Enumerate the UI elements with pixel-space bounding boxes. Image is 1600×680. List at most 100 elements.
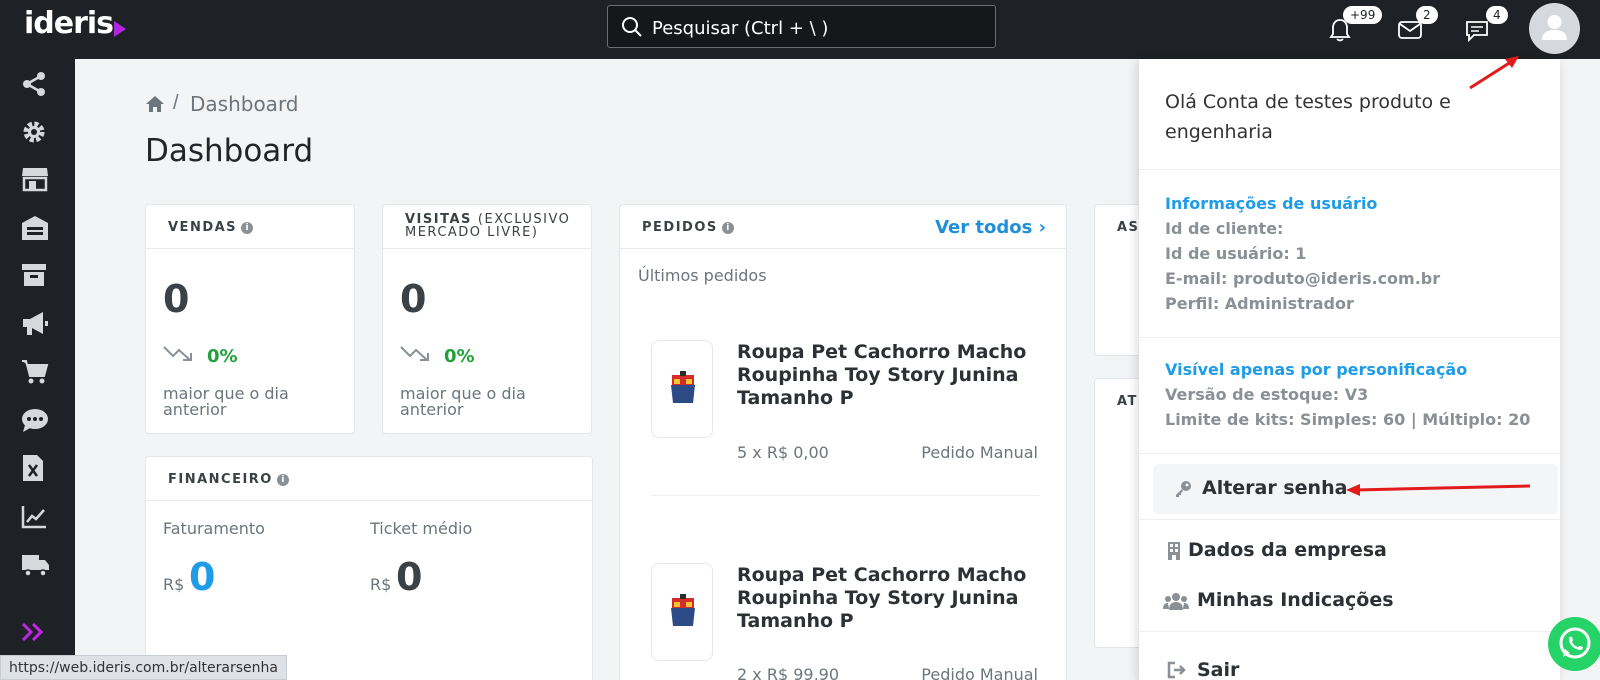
logout-icon <box>1167 661 1186 679</box>
revenue-currency: R$ <box>163 575 185 594</box>
chart-icon[interactable] <box>21 505 47 529</box>
see-all-orders-link[interactable]: Ver todos › <box>935 217 1046 238</box>
order-qty-price: 2 x R$ 99,90 <box>737 665 840 680</box>
chat-badge: 4 <box>1486 6 1508 24</box>
warehouse-icon[interactable] <box>21 215 49 241</box>
user-profile: Perfil: Administrador <box>1165 294 1354 313</box>
order-title[interactable]: Roupa Pet Cachorro Macho Roupinha Toy St… <box>737 341 1037 410</box>
visits-card: VISITAS (EXCLUSIVO MERCADO LIVRE) 0 0% ma… <box>382 204 592 434</box>
search-icon <box>622 17 642 37</box>
page-title: Dashboard <box>145 133 314 169</box>
product-image[interactable] <box>651 563 713 661</box>
user-info-title: Informações de usuário <box>1165 194 1378 213</box>
chat-bubble-icon[interactable] <box>21 407 49 433</box>
avg-ticket-currency: R$ <box>370 575 392 594</box>
visits-percent: 0% <box>444 346 475 367</box>
order-title[interactable]: Roupa Pet Cachorro Macho Roupinha Toy St… <box>737 564 1037 633</box>
info-icon[interactable]: i <box>276 474 289 486</box>
chevron-right-icon: › <box>1038 217 1046 238</box>
trend-down-icon <box>163 346 192 361</box>
company-data-label: Dados da empresa <box>1188 539 1387 561</box>
hidden-card-title: AS <box>1117 220 1140 235</box>
share-icon[interactable] <box>21 71 47 97</box>
home-icon[interactable] <box>145 95 165 113</box>
avg-ticket-label: Ticket médio <box>370 519 473 538</box>
divider <box>1139 631 1560 632</box>
truck-icon[interactable] <box>21 552 51 578</box>
referrals-item[interactable]: Minhas Indicações <box>1153 579 1558 623</box>
order-type: Pedido Manual <box>921 665 1038 680</box>
logout-label: Sair <box>1197 659 1240 680</box>
top-bar: ideris Pesquisar (Ctrl + \ ) +99 2 4 <box>0 0 1600 59</box>
divider <box>1139 169 1560 170</box>
orders-card: PEDIDOS i Ver todos › Últimos pedidos Rou… <box>619 204 1067 680</box>
logout-item[interactable]: Sair <box>1153 649 1558 680</box>
archive-icon[interactable] <box>21 263 47 287</box>
sales-card: VENDAS i 0 0% maior que o dia anterior <box>145 204 355 434</box>
status-bar-url: https://web.ideris.com.br/alterarsenha <box>0 655 287 680</box>
breadcrumb-separator: / <box>173 92 179 114</box>
product-thumbnail <box>671 594 695 626</box>
visits-value: 0 <box>400 277 427 321</box>
breadcrumb-current: Dashboard <box>190 92 299 116</box>
orders-subtitle: Últimos pedidos <box>638 266 767 285</box>
chat-icon[interactable] <box>1465 20 1489 42</box>
sales-percent: 0% <box>207 346 238 367</box>
cart-icon[interactable] <box>21 359 49 385</box>
divider <box>651 495 1039 496</box>
info-icon[interactable]: i <box>721 222 734 234</box>
megaphone-icon[interactable] <box>21 310 49 336</box>
user-icon <box>1542 15 1567 40</box>
profile-dropdown: Olá Conta de testes produto e engenharia… <box>1139 59 1560 680</box>
notifications-badge: +99 <box>1343 6 1383 24</box>
order-type: Pedido Manual <box>921 443 1038 462</box>
search-input[interactable]: Pesquisar (Ctrl + \ ) <box>607 5 996 48</box>
search-placeholder: Pesquisar (Ctrl + \ ) <box>652 18 829 39</box>
hidden-card-title: AT <box>1117 394 1138 409</box>
divider <box>1139 453 1560 454</box>
whatsapp-button[interactable] <box>1548 617 1600 671</box>
excel-icon[interactable] <box>21 454 45 482</box>
product-image[interactable] <box>651 340 713 438</box>
gear-icon[interactable] <box>21 119 47 145</box>
kit-limit: Limite de kits: Simples: 60 | Múltiplo: … <box>1165 410 1531 429</box>
messages-badge: 2 <box>1416 6 1438 24</box>
sidebar <box>0 59 75 680</box>
logo-play-icon <box>114 21 126 37</box>
divider <box>1139 337 1560 338</box>
sales-value: 0 <box>163 277 190 321</box>
change-password-label: Alterar senha <box>1202 477 1348 499</box>
avg-ticket-value: 0 <box>396 555 423 599</box>
sales-note: maior que o dia anterior <box>163 384 289 419</box>
visits-card-subtitle-2: MERCADO LIVRE) <box>405 225 539 240</box>
company-data-item[interactable]: Dados da empresa <box>1153 529 1558 573</box>
stock-version: Versão de estoque: V3 <box>1165 385 1369 404</box>
product-thumbnail <box>671 371 695 403</box>
user-email: E-mail: produto@ideris.com.br <box>1165 269 1441 288</box>
logo[interactable]: ideris <box>24 6 114 41</box>
divider <box>1139 519 1560 520</box>
financial-card: FINANCEIRO i Faturamento Ticket médio R$ … <box>145 456 593 680</box>
personification-title: Visível apenas por personificação <box>1165 360 1468 379</box>
whatsapp-icon <box>1559 627 1591 659</box>
info-icon[interactable]: i <box>241 222 254 234</box>
referrals-label: Minhas Indicações <box>1197 589 1394 611</box>
financial-card-title: FINANCEIRO <box>168 472 273 487</box>
building-icon <box>1168 542 1180 560</box>
greeting: Olá Conta de testes produto e engenharia <box>1165 91 1451 143</box>
avatar[interactable] <box>1529 3 1580 54</box>
expand-icon[interactable] <box>21 622 47 642</box>
orders-card-title: PEDIDOS <box>642 220 718 235</box>
revenue-value: 0 <box>189 555 216 599</box>
store-icon[interactable] <box>21 166 49 192</box>
revenue-label: Faturamento <box>163 519 265 538</box>
visits-note: maior que o dia anterior <box>400 384 526 419</box>
change-password-item[interactable]: Alterar senha <box>1153 464 1558 514</box>
sales-card-title: VENDAS <box>168 220 238 235</box>
mail-icon[interactable] <box>1398 20 1422 40</box>
trend-down-icon <box>400 346 429 361</box>
client-id: Id de cliente: <box>1165 219 1284 238</box>
order-qty-price: 5 x R$ 0,00 <box>737 443 829 462</box>
user-id: Id de usuário: 1 <box>1165 244 1307 263</box>
key-icon <box>1176 481 1191 497</box>
